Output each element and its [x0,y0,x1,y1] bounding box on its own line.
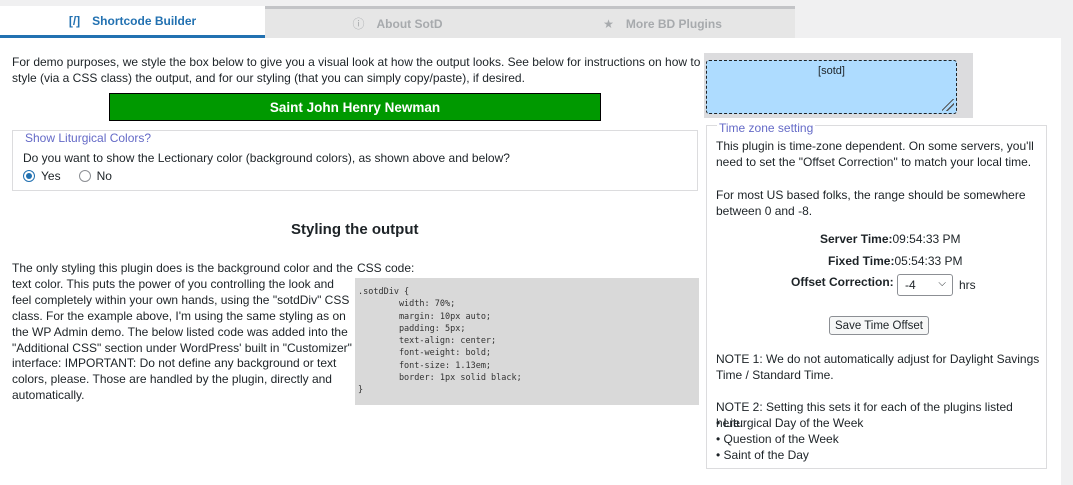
plugin-list-item: • Question of the Week [716,432,839,446]
server-time-label: Server Time: [820,232,893,246]
fixed-time-row: Fixed Time:05:54:33 PM [828,254,963,268]
plugin-list-item: • Liturgical Day of the Week [716,416,864,430]
liturgical-colors-options: Yes No [23,169,124,183]
demo-output-box: Saint John Henry Newman [109,93,601,121]
styling-title: Styling the output [291,221,419,238]
plugin-list-item: • Saint of the Day [716,448,809,462]
timezone-fieldset: Time zone setting This plugin is time-zo… [706,121,1047,469]
save-time-offset-button[interactable]: Save Time Offset [829,316,929,335]
liturgical-colors-fieldset: Show Liturgical Colors? Do you want to s… [12,130,698,191]
shortcode-wrapper: [sotd] [704,53,973,118]
intro-text: For demo purposes, we style the box belo… [12,55,701,85]
radio-yes[interactable] [23,170,35,182]
offset-unit: hrs [959,278,976,292]
timezone-para1: This plugin is time-zone dependent. On s… [716,139,1034,169]
radio-yes-label[interactable]: Yes [41,169,61,183]
timezone-legend: Time zone setting [717,121,816,135]
tab-about-sotd[interactable]: ⓘ About SotD [265,6,530,38]
css-code-label: CSS code: [357,261,415,275]
css-code-text: .sotdDiv { width: 70%; margin: 10px auto… [358,287,522,396]
offset-correction-select[interactable]: -4 ⌵ [897,274,953,296]
fixed-time-value: 05:54:33 PM [894,254,963,268]
radio-no-label[interactable]: No [97,169,112,183]
shortcode-value: [sotd] [818,65,845,77]
timezone-para2: For most US based folks, the range shoul… [716,188,1026,218]
info-icon: ⓘ [352,17,365,31]
tab-more-plugins[interactable]: ★ More BD Plugins [530,6,795,38]
star-icon: ★ [603,16,614,31]
tab-shortcode-builder[interactable]: [/] Shortcode Builder [0,6,265,38]
offset-correction-label: Offset Correction: [791,275,894,289]
radio-no[interactable] [78,170,91,182]
shortcode-textarea[interactable]: [sotd] [706,60,957,114]
fixed-time-label: Fixed Time: [828,254,895,268]
offset-label-row: Offset Correction: [791,275,894,289]
tab-label: Shortcode Builder [92,13,197,28]
server-time-row: Server Time:09:54:33 PM [820,232,961,246]
liturgical-colors-question: Do you want to show the Lectionary color… [23,151,510,165]
code-icon: [/] [68,13,81,28]
liturgical-colors-legend: Show Liturgical Colors? [23,131,154,145]
tab-label: About SotD [376,16,443,31]
note1: NOTE 1: We do not automatically adjust f… [716,352,1040,382]
chevron-down-icon: ⌵ [938,278,946,289]
server-time-value: 09:54:33 PM [892,232,961,246]
offset-correction-value: -4 [905,278,916,292]
styling-description: The only styling this plugin does is the… [12,261,353,403]
resize-grip-icon[interactable] [942,99,954,111]
tab-bar: [/] Shortcode Builder ⓘ About SotD ★ Mor… [0,6,795,38]
css-code-block: .sotdDiv { width: 70%; margin: 10px auto… [355,278,699,405]
tab-label: More BD Plugins [625,16,722,31]
